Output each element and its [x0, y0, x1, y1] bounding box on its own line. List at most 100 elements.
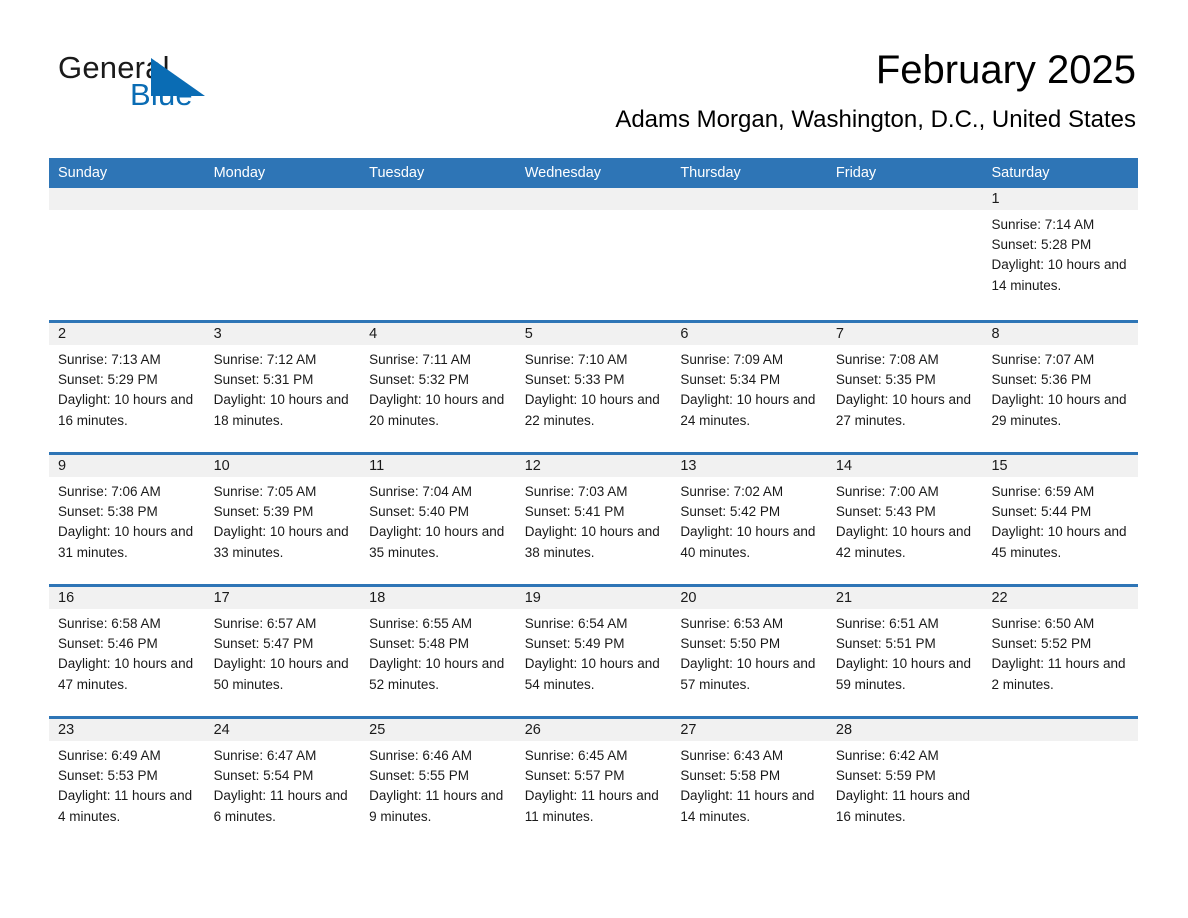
day-sun-info: Sunrise: 6:57 AM Sunset: 5:47 PM Daylight:…: [205, 609, 361, 695]
calendar-day-cell[interactable]: 9 Sunrise: 7:06 AM Sunset: 5:38 PM Daylight…: [49, 455, 205, 584]
daylight-text: Daylight: 11 hours and 16 minutes.: [835, 788, 970, 824]
day-number: 23: [49, 719, 205, 741]
calendar-day-cell[interactable]: 21 Sunrise: 6:51 AM Sunset: 5:51 PM Dayligh…: [826, 587, 983, 716]
day-number: [671, 188, 827, 210]
daylight-text: Daylight: 10 hours and 45 minutes.: [991, 524, 1127, 560]
calendar-day-cell[interactable]: 19 Sunrise: 6:54 AM Sunset: 5:49 PM Dayligh…: [515, 587, 672, 716]
sunset-text: Sunset: 5:43 PM: [835, 504, 936, 520]
calendar-day-cell[interactable]: 15 Sunrise: 6:59 AM Sunset: 5:44 PM Dayligh…: [982, 455, 1139, 584]
sunrise-text: Sunrise: 7:04 AM: [369, 484, 472, 499]
sunrise-text: Sunrise: 6:51 AM: [835, 616, 939, 631]
day-number: 20: [671, 587, 827, 609]
calendar-day-cell[interactable]: 2 Sunrise: 7:13 AM Sunset: 5:29 PM Daylight…: [49, 323, 205, 452]
calendar-day-cell[interactable]: 11 Sunrise: 7:04 AM Sunset: 5:40 PM Dayligh…: [360, 455, 516, 584]
calendar-day-cell[interactable]: 10 Sunrise: 7:05 AM Sunset: 5:39 PM Dayligh…: [204, 455, 361, 584]
sunset-text: Sunset: 5:39 PM: [213, 504, 314, 520]
day-number: 6: [671, 323, 827, 345]
daylight-text: Daylight: 10 hours and 40 minutes.: [680, 524, 816, 560]
day-sun-info: Sunrise: 6:46 AM Sunset: 5:55 PM Daylight:…: [360, 741, 516, 827]
page-title: February 2025: [875, 48, 1136, 92]
day-number: 26: [515, 719, 672, 741]
calendar-day-cell[interactable]: 14 Sunrise: 7:00 AM Sunset: 5:43 PM Dayligh…: [826, 455, 983, 584]
daylight-text: Daylight: 10 hours and 31 minutes.: [58, 524, 194, 560]
calendar-day-cell[interactable]: 4 Sunrise: 7:11 AM Sunset: 5:32 PM Daylight…: [360, 323, 516, 452]
daylight-text: Daylight: 10 hours and 59 minutes.: [835, 656, 971, 692]
calendar-day-cell[interactable]: 18 Sunrise: 6:55 AM Sunset: 5:48 PM Dayligh…: [360, 587, 516, 716]
day-sun-info: Sunrise: 6:42 AM Sunset: 5:59 PM Daylight:…: [827, 741, 983, 827]
calendar-day-cell[interactable]: 8 Sunrise: 7:07 AM Sunset: 5:36 PM Daylight…: [982, 323, 1139, 452]
day-number: 21: [826, 587, 983, 609]
calendar-day-cell[interactable]: 27 Sunrise: 6:43 AM Sunset: 5:58 PM Dayligh…: [671, 719, 827, 848]
day-number: 9: [49, 455, 205, 477]
calendar-day-cell[interactable]: 20 Sunrise: 6:53 AM Sunset: 5:50 PM Dayligh…: [671, 587, 827, 716]
day-sun-info: Sunrise: 7:02 AM Sunset: 5:42 PM Daylight:…: [671, 477, 827, 563]
daylight-text: Daylight: 10 hours and 38 minutes.: [524, 524, 660, 560]
daylight-text: Daylight: 10 hours and 16 minutes.: [58, 392, 194, 428]
calendar-week-row: 2 Sunrise: 7:13 AM Sunset: 5:29 PM Daylight…: [49, 320, 1139, 452]
calendar-day-cell-empty: [360, 188, 516, 320]
calendar-day-cell[interactable]: 13 Sunrise: 7:02 AM Sunset: 5:42 PM Dayligh…: [671, 455, 827, 584]
day-sun-info: Sunrise: 7:00 AM Sunset: 5:43 PM Daylight:…: [827, 477, 983, 563]
calendar-day-cell[interactable]: 1 Sunrise: 7:14 AM Sunset: 5:28 PM Daylight…: [982, 188, 1139, 320]
sunset-text: Sunset: 5:42 PM: [680, 504, 781, 520]
sunrise-text: Sunrise: 6:59 AM: [991, 484, 1095, 499]
day-sun-info: Sunrise: 7:03 AM Sunset: 5:41 PM Daylight:…: [516, 477, 672, 563]
daylight-text: Daylight: 11 hours and 6 minutes.: [213, 788, 348, 824]
day-number: 15: [982, 455, 1139, 477]
calendar-day-cell[interactable]: 3 Sunrise: 7:12 AM Sunset: 5:31 PM Daylight…: [204, 323, 361, 452]
day-number: 24: [204, 719, 361, 741]
day-number: 25: [360, 719, 516, 741]
calendar-day-cell[interactable]: 28 Sunrise: 6:42 AM Sunset: 5:59 PM Dayligh…: [826, 719, 983, 848]
day-sun-info: Sunrise: 6:55 AM Sunset: 5:48 PM Daylight:…: [360, 609, 516, 695]
daylight-text: Daylight: 10 hours and 14 minutes.: [991, 257, 1127, 293]
calendar-day-cell[interactable]: 25 Sunrise: 6:46 AM Sunset: 5:55 PM Dayligh…: [360, 719, 516, 848]
calendar-day-cell[interactable]: 17 Sunrise: 6:57 AM Sunset: 5:47 PM Dayligh…: [204, 587, 361, 716]
day-number: 2: [49, 323, 205, 345]
daylight-text: Daylight: 11 hours and 14 minutes.: [680, 788, 815, 824]
calendar-day-cell[interactable]: 16 Sunrise: 6:58 AM Sunset: 5:46 PM Dayligh…: [49, 587, 205, 716]
day-number: 14: [826, 455, 983, 477]
day-number: [515, 188, 672, 210]
location-subtitle: Adams Morgan, Washington, D.C., United S…: [615, 106, 1136, 133]
sunset-text: Sunset: 5:35 PM: [835, 372, 936, 388]
calendar-day-cell[interactable]: 6 Sunrise: 7:09 AM Sunset: 5:34 PM Daylight…: [671, 323, 827, 452]
day-number: 19: [515, 587, 672, 609]
sunset-text: Sunset: 5:48 PM: [369, 636, 469, 652]
calendar-day-cell[interactable]: 12 Sunrise: 7:03 AM Sunset: 5:41 PM Dayligh…: [515, 455, 672, 584]
daylight-text: Daylight: 10 hours and 50 minutes.: [213, 656, 349, 692]
sunset-text: Sunset: 5:50 PM: [680, 636, 781, 652]
calendar-day-cell[interactable]: 23 Sunrise: 6:49 AM Sunset: 5:53 PM Dayligh…: [49, 719, 205, 848]
sunrise-text: Sunrise: 7:10 AM: [524, 352, 628, 367]
daylight-text: Daylight: 11 hours and 4 minutes.: [58, 788, 193, 824]
calendar-day-cell[interactable]: 7 Sunrise: 7:08 AM Sunset: 5:35 PM Daylight…: [826, 323, 983, 452]
calendar-week-row: 9 Sunrise: 7:06 AM Sunset: 5:38 PM Daylight…: [49, 452, 1139, 584]
day-number: 12: [515, 455, 672, 477]
day-sun-info: Sunrise: 6:45 AM Sunset: 5:57 PM Daylight:…: [516, 741, 672, 827]
calendar-day-cell-empty: [515, 188, 672, 320]
generalblue-logo[interactable]: General Blue: [58, 52, 298, 114]
calendar-day-cell[interactable]: 22 Sunrise: 6:50 AM Sunset: 5:52 PM Dayligh…: [982, 587, 1139, 716]
sunrise-text: Sunrise: 7:02 AM: [680, 484, 784, 499]
daylight-text: Daylight: 10 hours and 18 minutes.: [213, 392, 349, 428]
day-sun-info: Sunrise: 7:13 AM Sunset: 5:29 PM Daylight:…: [49, 345, 205, 431]
calendar-day-cell[interactable]: 24 Sunrise: 6:47 AM Sunset: 5:54 PM Dayligh…: [204, 719, 361, 848]
day-number: 16: [49, 587, 205, 609]
day-sun-info: Sunrise: 7:12 AM Sunset: 5:31 PM Daylight:…: [205, 345, 361, 431]
sunrise-text: Sunrise: 7:07 AM: [991, 352, 1095, 367]
sunset-text: Sunset: 5:58 PM: [680, 768, 781, 784]
calendar-week-row: 1 Sunrise: 7:14 AM Sunset: 5:28 PM Daylight…: [49, 188, 1139, 320]
sunrise-text: Sunrise: 7:11 AM: [369, 352, 471, 367]
day-sun-info: Sunrise: 7:08 AM Sunset: 5:35 PM Daylight:…: [827, 345, 983, 431]
daylight-text: Daylight: 10 hours and 54 minutes.: [524, 656, 660, 692]
logo-text-blue: Blue: [130, 77, 193, 112]
day-number: 4: [360, 323, 516, 345]
weekday-header-sunday: Sunday: [58, 165, 108, 181]
sunset-text: Sunset: 5:44 PM: [991, 504, 1092, 520]
calendar-day-cell-empty: [982, 719, 1139, 848]
calendar-day-cell[interactable]: 26 Sunrise: 6:45 AM Sunset: 5:57 PM Dayligh…: [515, 719, 672, 848]
sunrise-text: Sunrise: 6:50 AM: [991, 616, 1095, 631]
day-number: 11: [360, 455, 516, 477]
day-number: 17: [204, 587, 361, 609]
calendar-day-cell[interactable]: 5 Sunrise: 7:10 AM Sunset: 5:33 PM Daylight…: [515, 323, 672, 452]
day-number: [204, 188, 361, 210]
